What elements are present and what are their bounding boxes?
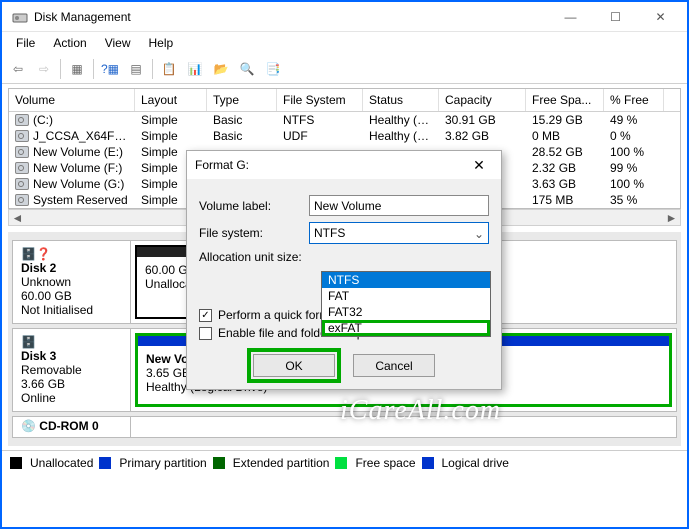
- action-icon[interactable]: 📊: [183, 57, 207, 81]
- volume-label-input[interactable]: [309, 195, 489, 216]
- cancel-button[interactable]: Cancel: [353, 354, 435, 377]
- table-row[interactable]: (C:)SimpleBasicNTFSHealthy (B...30.91 GB…: [9, 112, 680, 128]
- option-exfat[interactable]: exFAT: [322, 320, 490, 336]
- refresh-icon[interactable]: 📋: [157, 57, 181, 81]
- minimize-button[interactable]: —: [548, 3, 593, 31]
- disk-name: Disk 3: [21, 349, 122, 363]
- col-type[interactable]: Type: [207, 89, 277, 111]
- filesystem-dropdown: NTFS FAT FAT32 exFAT: [321, 271, 491, 337]
- option-fat[interactable]: FAT: [322, 288, 490, 304]
- disk-name: Disk 2: [21, 261, 122, 275]
- menu-view[interactable]: View: [97, 34, 139, 52]
- search-icon[interactable]: 🔍: [235, 57, 259, 81]
- disk-icon: 🗄️: [21, 335, 122, 349]
- menu-action[interactable]: Action: [45, 34, 94, 52]
- allocation-label: Allocation unit size:: [199, 250, 309, 264]
- disk-status: Unknown: [21, 275, 122, 289]
- quick-format-checkbox[interactable]: ✓: [199, 309, 212, 322]
- close-button[interactable]: ✕: [638, 3, 683, 31]
- ok-button[interactable]: OK: [253, 354, 335, 377]
- col-percentfree[interactable]: % Free: [604, 89, 664, 111]
- titlebar: Disk Management — ☐ ✕: [2, 2, 687, 32]
- col-capacity[interactable]: Capacity: [439, 89, 526, 111]
- forward-button[interactable]: ⇨: [32, 57, 56, 81]
- option-fat32[interactable]: FAT32: [322, 304, 490, 320]
- filesystem-label: File system:: [199, 226, 309, 240]
- disk-init: Not Initialised: [21, 303, 122, 317]
- disk-size: 60.00 GB: [21, 289, 122, 303]
- volume-label-label: Volume label:: [199, 199, 309, 213]
- col-status[interactable]: Status: [363, 89, 439, 111]
- legend: Unallocated Primary partition Extended p…: [2, 450, 687, 474]
- disk-status: Removable: [21, 363, 122, 377]
- cd-icon: 💿: [21, 419, 36, 433]
- dialog-title: Format G:: [195, 158, 465, 172]
- chevron-down-icon: ⌄: [474, 227, 484, 241]
- compression-checkbox[interactable]: [199, 327, 212, 340]
- back-button[interactable]: ⇦: [6, 57, 30, 81]
- table-row[interactable]: J_CCSA_X64FRE_E...SimpleBasicUDFHealthy …: [9, 128, 680, 144]
- layout-icon[interactable]: ▦: [65, 57, 89, 81]
- cd-name: CD-ROM 0: [39, 419, 98, 433]
- disk-size: 3.66 GB: [21, 377, 122, 391]
- maximize-button[interactable]: ☐: [593, 3, 638, 31]
- grid-header: Volume Layout Type File System Status Ca…: [9, 89, 680, 112]
- filesystem-select[interactable]: NTFS ⌄: [309, 222, 489, 244]
- col-filesystem[interactable]: File System: [277, 89, 363, 111]
- view-icon[interactable]: ▤: [124, 57, 148, 81]
- help-icon[interactable]: ?▦: [98, 57, 122, 81]
- menu-file[interactable]: File: [8, 34, 43, 52]
- window-title: Disk Management: [34, 10, 548, 24]
- menu-help[interactable]: Help: [141, 34, 182, 52]
- open-icon[interactable]: 📂: [209, 57, 233, 81]
- col-freespace[interactable]: Free Spa...: [526, 89, 604, 111]
- menubar: File Action View Help: [2, 32, 687, 54]
- option-ntfs[interactable]: NTFS: [322, 272, 490, 288]
- app-icon: [12, 9, 28, 25]
- disk-init: Online: [21, 391, 122, 405]
- format-dialog: Format G: ✕ Volume label: File system: N…: [186, 150, 502, 390]
- properties-icon[interactable]: 📑: [261, 57, 285, 81]
- disk-icon: 🗄️❓: [21, 247, 122, 261]
- col-volume[interactable]: Volume: [9, 89, 135, 111]
- cdrom-row[interactable]: 💿 CD-ROM 0: [12, 416, 677, 438]
- toolbar: ⇦ ⇨ ▦ ?▦ ▤ 📋 📊 📂 🔍 📑: [2, 54, 687, 84]
- dialog-close-button[interactable]: ✕: [465, 157, 493, 174]
- col-layout[interactable]: Layout: [135, 89, 207, 111]
